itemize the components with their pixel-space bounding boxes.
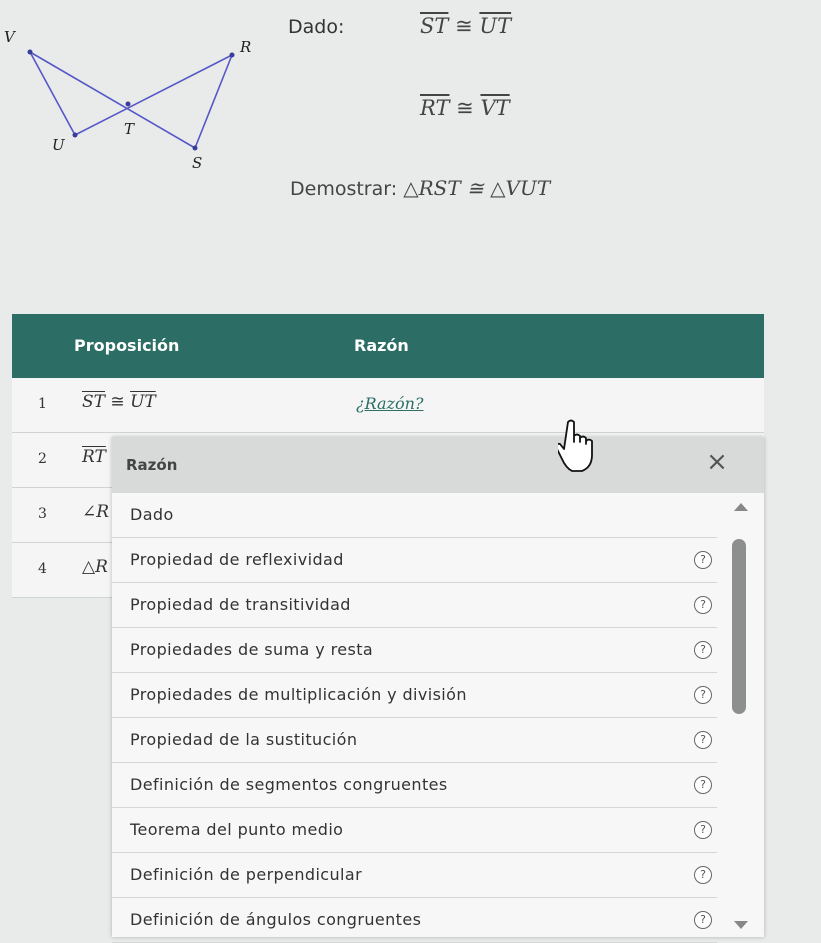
prove-label: Demostrar: — [290, 178, 398, 200]
header-reason: Razón — [354, 336, 409, 355]
option-label: Dado — [130, 505, 174, 524]
help-icon[interactable]: ? — [694, 596, 712, 614]
reason-option-transitive[interactable]: Propiedad de transitividad? — [112, 583, 717, 628]
option-label: Propiedades de multiplicación y división — [130, 685, 467, 704]
table-header: Proposición Razón — [12, 314, 764, 378]
reason-option-midpoint[interactable]: Teorema del punto medio? — [112, 808, 717, 853]
given-label: Dado: — [288, 16, 345, 38]
option-label: Propiedades de suma y resta — [130, 640, 374, 659]
hand-cursor-icon — [558, 419, 593, 472]
reason-option-substitution[interactable]: Propiedad de la sustitución? — [112, 718, 717, 763]
option-label: Propiedad de la sustitución — [130, 730, 358, 749]
reason-select-link[interactable]: ¿Razón? — [356, 394, 423, 413]
given-2-right: VT — [480, 96, 510, 120]
reason-option-congruent-angles[interactable]: Definición de ángulos congruentes? — [112, 898, 717, 943]
option-label: Propiedad de transitividad — [130, 595, 351, 614]
reason-option-perpendicular[interactable]: Definición de perpendicular? — [112, 853, 717, 898]
close-icon[interactable]: × — [702, 447, 732, 477]
prove-statement: Demostrar: △RST ≅ △VUT — [290, 176, 550, 200]
row-statement[interactable]: ST ≅ UT — [82, 392, 156, 412]
reason-option-congruent-segments[interactable]: Definición de segmentos congruentes? — [112, 763, 717, 808]
row-statement[interactable]: RT — [82, 447, 106, 467]
reason-option-multiply-divide[interactable]: Propiedades de multiplicación y división… — [112, 673, 717, 718]
reason-option-add-subtract[interactable]: Propiedades de suma y resta? — [112, 628, 717, 673]
dropdown-scrollbar[interactable] — [730, 503, 748, 933]
label-t: T — [124, 120, 135, 138]
prove-formula: △RST ≅ △VUT — [403, 176, 551, 200]
reason-dropdown[interactable]: Razón × Dado? Propiedad de reflexividad?… — [112, 437, 764, 943]
row-number: 3 — [38, 506, 47, 522]
given-line-2: RT ≅ VT — [420, 96, 510, 120]
row-statement[interactable]: △R — [82, 557, 108, 577]
reason-options-list: Dado? Propiedad de reflexividad? Propied… — [112, 493, 717, 943]
help-icon[interactable]: ? — [694, 866, 712, 884]
dropdown-header: Razón × — [112, 437, 764, 493]
scroll-up-arrow-icon[interactable] — [734, 503, 748, 511]
help-icon[interactable]: ? — [694, 821, 712, 839]
label-s: S — [192, 154, 202, 172]
option-label: Definición de ángulos congruentes — [130, 910, 422, 929]
label-u: U — [52, 136, 66, 154]
congruent-symbol: ≅ — [110, 392, 125, 412]
help-icon[interactable]: ? — [694, 686, 712, 704]
help-icon[interactable]: ? — [694, 911, 712, 929]
segment-rs — [194, 54, 233, 149]
scroll-thumb[interactable] — [732, 539, 746, 714]
label-v: V — [4, 28, 17, 46]
help-icon[interactable]: ? — [694, 641, 712, 659]
given-1-left: ST — [420, 14, 449, 38]
option-label: Propiedad de reflexividad — [130, 550, 344, 569]
help-icon[interactable]: ? — [694, 731, 712, 749]
reason-option-dado[interactable]: Dado? — [112, 493, 717, 538]
help-icon[interactable]: ? — [694, 551, 712, 569]
given-2-left: RT — [420, 96, 450, 120]
option-label: Teorema del punto medio — [130, 820, 344, 839]
congruent-symbol: ≅ — [456, 96, 474, 120]
label-r: R — [239, 38, 251, 56]
given-line-1: ST ≅ UT — [420, 14, 511, 38]
option-label: Definición de segmentos congruentes — [130, 775, 448, 794]
header-statement: Proposición — [74, 336, 180, 355]
congruent-symbol: ≅ — [455, 14, 473, 38]
row-number: 4 — [38, 561, 47, 577]
stmt-right: UT — [130, 392, 156, 412]
dropdown-title: Razón — [126, 456, 178, 474]
scroll-down-arrow-icon[interactable] — [734, 921, 748, 929]
row-number: 1 — [38, 396, 47, 412]
geometry-figure: V R T U S — [4, 28, 251, 172]
given-1-right: UT — [479, 14, 512, 38]
reason-option-reflexive[interactable]: Propiedad de reflexividad? — [112, 538, 717, 583]
segment-vs — [29, 51, 196, 149]
table-row: 1 ST ≅ UT ¿Razón? — [12, 378, 764, 433]
help-icon[interactable]: ? — [694, 776, 712, 794]
option-label: Definición de perpendicular — [130, 865, 363, 884]
row-number: 2 — [38, 451, 47, 467]
stmt-left: ST — [82, 392, 105, 412]
row-statement[interactable]: ∠R — [82, 502, 109, 522]
